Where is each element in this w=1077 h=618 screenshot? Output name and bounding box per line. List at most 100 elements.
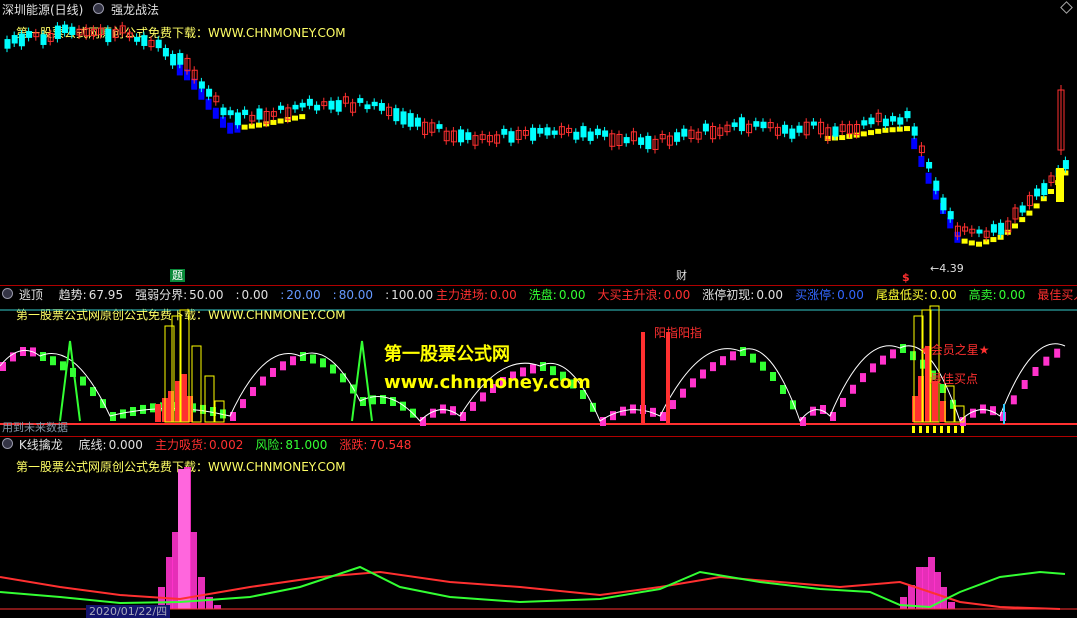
- candle-body: [897, 117, 904, 125]
- wave-square: [690, 378, 696, 388]
- candle-body: [170, 53, 177, 66]
- band-block: [1056, 168, 1064, 202]
- candle-body: [256, 108, 263, 120]
- wave-square: [80, 376, 86, 386]
- yellow-tick: [940, 426, 943, 433]
- candle-body: [465, 132, 472, 140]
- escape-top-panel[interactable]: 逃顶 趋势: 67.95 强弱分界: 50.00:0.00:20.00:80.00:1…: [0, 286, 1077, 436]
- candle-body: [299, 102, 306, 108]
- candle-body: [227, 110, 234, 116]
- main-chart-panel[interactable]: 深圳能源(日线) 强龙战法 第一股票公式网原创公式免费下载：WWW.CHNMON…: [0, 0, 1077, 285]
- wave-square: [730, 351, 736, 361]
- candle-body: [26, 31, 33, 38]
- candle-body: [551, 130, 558, 135]
- marker-white[interactable]: 财: [676, 269, 687, 282]
- wave-square: [260, 376, 266, 386]
- marker-red[interactable]: $: [902, 271, 910, 284]
- band-block: [904, 126, 910, 132]
- marker-green[interactable]: 题: [170, 269, 185, 282]
- candle-body: [314, 104, 321, 111]
- band-block: [299, 114, 306, 120]
- wave-square: [670, 400, 676, 410]
- wave-square: [980, 404, 986, 414]
- wave-square: [1021, 380, 1028, 390]
- candle-body: [998, 222, 1005, 235]
- wave-square: [890, 349, 896, 359]
- wave-square: [440, 404, 446, 414]
- candle-body: [537, 128, 544, 134]
- wave-square: [840, 397, 846, 407]
- yellow-tick: [961, 426, 964, 433]
- candle-body: [868, 117, 875, 125]
- candle-body: [933, 180, 940, 191]
- wave-square: [110, 412, 116, 421]
- candle-body: [1034, 188, 1041, 197]
- candle-body: [393, 108, 400, 122]
- wave-square: [780, 385, 786, 395]
- candle-body: [796, 125, 803, 133]
- wave-square: [330, 364, 336, 374]
- candle-body: [911, 126, 918, 136]
- band-block: [976, 241, 982, 247]
- band-block: [1019, 217, 1026, 223]
- candle-body: [458, 129, 465, 143]
- candle-body: [292, 104, 299, 110]
- red-bar: [181, 374, 187, 422]
- wave-square: [310, 354, 316, 364]
- band-block: [1033, 203, 1040, 209]
- band-block: [990, 237, 997, 243]
- band-block: [277, 118, 284, 124]
- candle-body: [1041, 183, 1048, 196]
- wave-square: [760, 361, 766, 371]
- band-block: [256, 122, 262, 128]
- wave-square: [750, 353, 756, 363]
- wave-square: [470, 401, 476, 411]
- magenta-hist: [928, 557, 935, 609]
- main-candles: [4, 21, 1069, 247]
- candle-body: [861, 120, 868, 126]
- magenta-hist: [172, 532, 179, 609]
- candle-body: [69, 26, 76, 35]
- wave-square: [40, 352, 46, 361]
- candle-body: [306, 98, 313, 106]
- yellow-tick: [926, 426, 929, 433]
- candle-body: [206, 88, 213, 97]
- candle-body: [18, 33, 25, 47]
- band-block: [968, 240, 975, 246]
- candle-body: [501, 128, 508, 135]
- yellow-tick: [919, 426, 922, 433]
- stamp-url: www.chnmoney.com: [384, 372, 591, 393]
- wave-square: [850, 384, 856, 394]
- magenta-hist: [198, 577, 205, 609]
- wave-square: [250, 387, 256, 397]
- candle-body: [580, 126, 587, 138]
- panel3-plot: [0, 467, 1077, 610]
- kline-dragon-panel[interactable]: K线擒龙 底线: 0.000 主力吸货: 0.002 风险: 81.000 涨跌: 70.54…: [0, 437, 1077, 618]
- band-block: [292, 115, 298, 121]
- yang-bar: [666, 332, 670, 424]
- band-block: [839, 135, 846, 141]
- red-bar: [168, 391, 174, 422]
- future-data-label: 用到未来数据: [2, 421, 68, 434]
- candle-body: [674, 132, 681, 142]
- wave-square: [340, 373, 346, 383]
- yellow-tick: [912, 426, 915, 433]
- wave-square: [0, 362, 6, 371]
- candle-body: [738, 117, 745, 132]
- wave-square: [240, 399, 246, 409]
- candle-body: [882, 118, 889, 127]
- yang-label: 阳指阳指: [654, 326, 703, 340]
- red-bar: [912, 396, 918, 422]
- candle-body: [436, 124, 443, 129]
- magenta-peak: [178, 469, 190, 609]
- candle-body: [162, 48, 169, 57]
- wave-square: [710, 362, 716, 372]
- band-block: [961, 238, 968, 244]
- wave-square: [860, 373, 866, 383]
- green-spike: [59, 340, 81, 422]
- wave-square: [720, 356, 726, 366]
- candle-body: [947, 211, 954, 220]
- candle-body: [645, 135, 652, 150]
- wave-square: [540, 362, 546, 371]
- candle-body: [681, 128, 688, 137]
